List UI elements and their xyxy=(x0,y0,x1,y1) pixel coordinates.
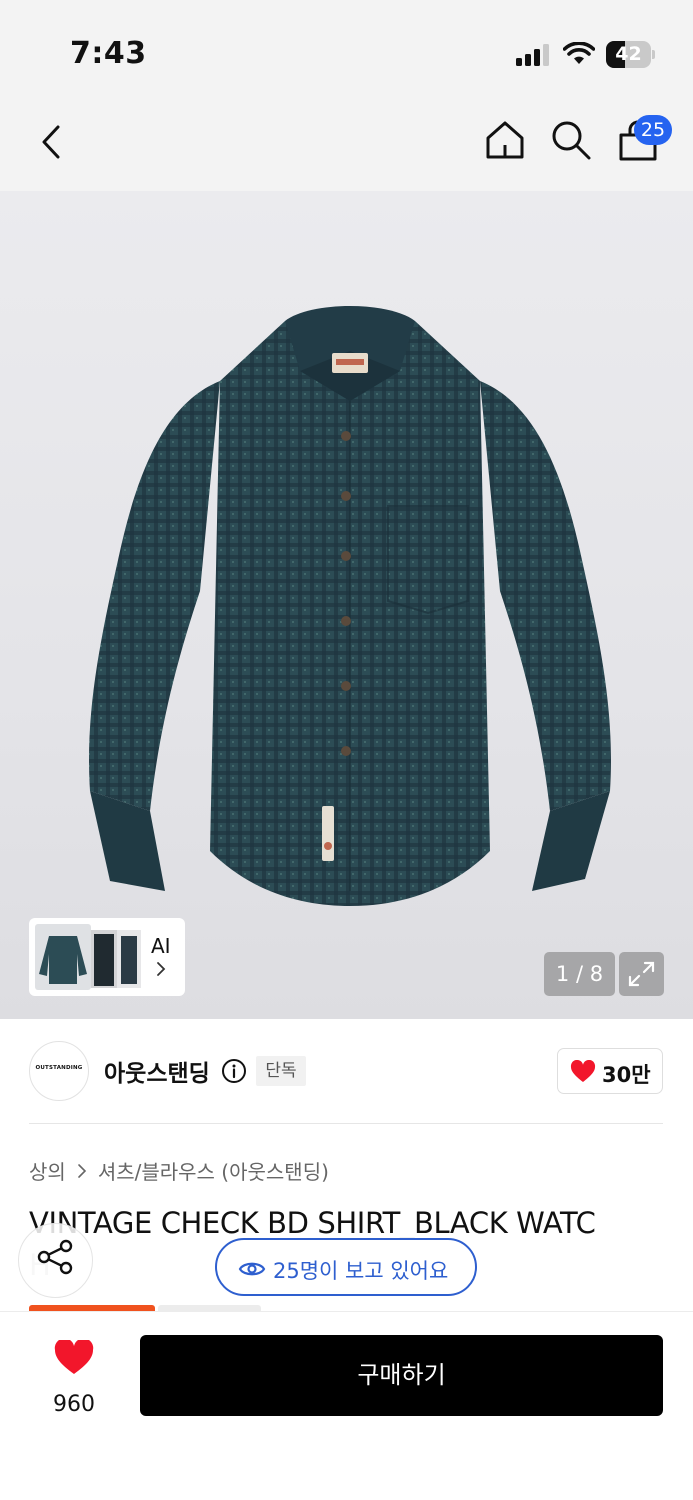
battery-level: 42 xyxy=(615,43,642,65)
live-viewers-text: 25명이 보고 있어요 xyxy=(273,1259,449,1283)
thumbnail-image[interactable] xyxy=(91,930,117,988)
chevron-right-icon xyxy=(78,1163,86,1178)
search-icon[interactable] xyxy=(550,119,592,161)
eye-icon xyxy=(238,1262,266,1276)
brand-like-count: 30만 xyxy=(602,1063,651,1087)
share-button[interactable] xyxy=(18,1223,93,1298)
home-icon[interactable] xyxy=(484,119,526,161)
brand-like-button[interactable]: 30만 xyxy=(557,1048,663,1094)
share-icon xyxy=(37,1239,73,1275)
chevron-right-icon xyxy=(157,962,166,976)
battery-icon: 42 xyxy=(606,41,656,68)
heart-icon xyxy=(54,1340,94,1374)
cellular-signal-icon xyxy=(516,44,552,66)
expand-icon[interactable] xyxy=(619,952,664,996)
breadcrumb: 상의 셔츠/블라우스 (아웃스탠딩) xyxy=(29,1156,329,1185)
wifi-icon xyxy=(563,42,595,64)
buy-button[interactable]: 구매하기 xyxy=(140,1335,663,1416)
product-image-gallery[interactable]: AI 1 / 8 xyxy=(0,191,693,1019)
brand-logo-text: OUTSTANDING xyxy=(35,1065,83,1071)
info-icon[interactable] xyxy=(221,1058,247,1084)
page-indicator: 1 / 8 xyxy=(544,952,615,996)
thumbnail-image[interactable] xyxy=(117,930,141,988)
divider xyxy=(29,1123,663,1124)
back-icon[interactable] xyxy=(32,117,72,167)
ai-label: AI xyxy=(151,934,171,958)
brand-name[interactable]: 아웃스탠딩 xyxy=(104,1054,210,1088)
breadcrumb-item-category[interactable]: 셔츠/블라우스 (아웃스탠딩) xyxy=(98,1156,329,1185)
status-time: 7:43 xyxy=(70,36,147,71)
top-nav-bar xyxy=(0,95,693,191)
product-photo xyxy=(89,306,611,906)
heart-icon xyxy=(570,1060,596,1082)
status-bar: 7:43 42 xyxy=(0,0,693,95)
wishlist-button[interactable]: 960 xyxy=(30,1336,118,1420)
thumbnail-image[interactable] xyxy=(35,924,91,990)
ai-thumbnail-strip[interactable]: AI xyxy=(29,918,185,996)
brand-logo[interactable]: OUTSTANDING xyxy=(29,1041,89,1101)
cart-count-badge[interactable]: 25 xyxy=(634,115,672,145)
product-title: VINTAGE CHECK BD SHIRT_BLACK WATC xyxy=(29,1206,596,1240)
wishlist-count: 960 xyxy=(53,1392,95,1417)
exclusive-badge: 단독 xyxy=(256,1056,306,1086)
live-viewers-pill: 25명이 보고 있어요 xyxy=(215,1238,477,1296)
bottom-action-bar: 960 구매하기 xyxy=(0,1311,693,1500)
breadcrumb-item-top[interactable]: 상의 xyxy=(29,1156,66,1185)
